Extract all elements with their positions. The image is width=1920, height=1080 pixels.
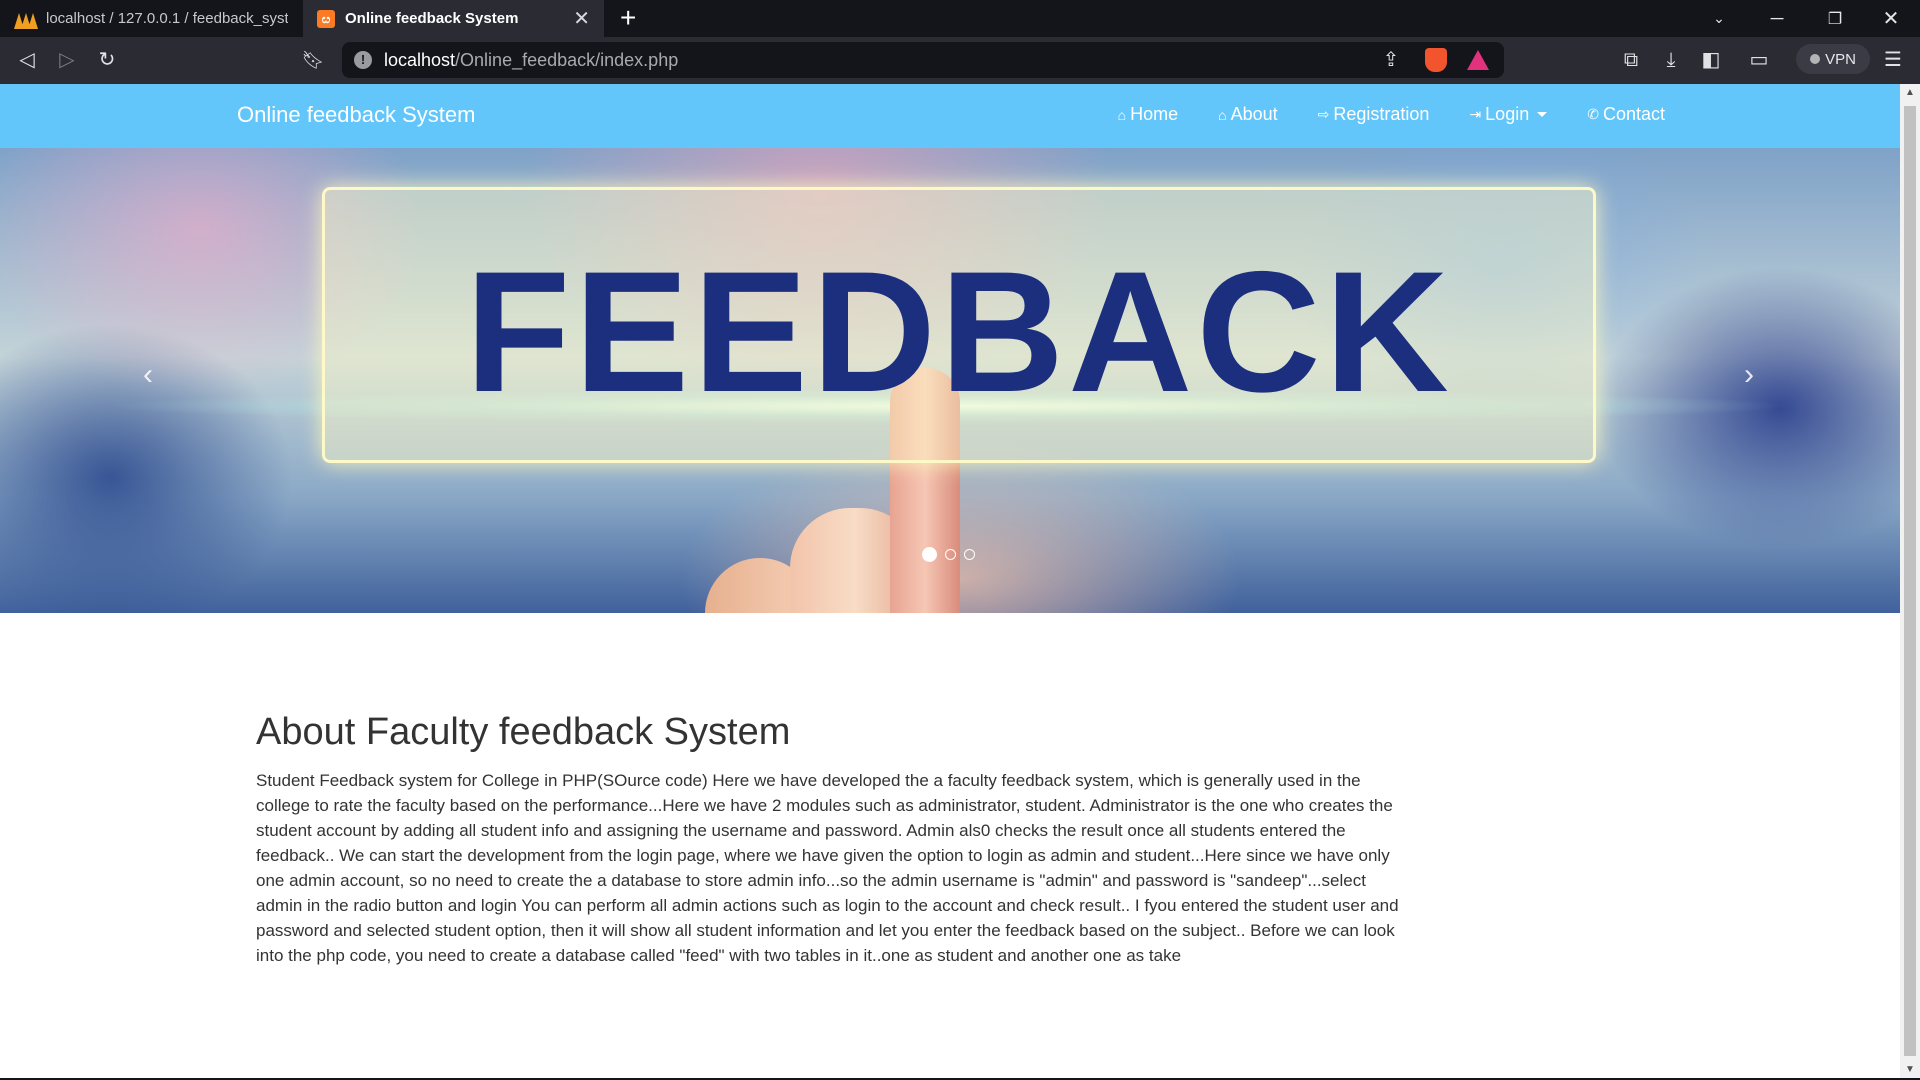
- address-bar[interactable]: ! localhost/Online_feedback/index.php ⇪: [342, 42, 1504, 78]
- page-viewport: Online feedback System ⌂ Home ⌂ About ⇨ Reg…: [0, 84, 1900, 1079]
- extensions-icon[interactable]: ⧉: [1618, 47, 1644, 73]
- nav-menu: ⌂ Home ⌂ About ⇨ Registration ⇥ Login ✆ Conta…: [1078, 104, 1665, 125]
- menu-icon[interactable]: ☰: [1880, 47, 1906, 73]
- browser-tab-active[interactable]: ೞ Online feedback System ✕: [303, 0, 604, 37]
- nav-home[interactable]: ⌂ Home: [1118, 104, 1178, 125]
- nav-label: Home: [1130, 104, 1179, 124]
- vpn-button[interactable]: VPN: [1796, 44, 1870, 74]
- wallet-icon[interactable]: ▭: [1746, 47, 1772, 73]
- scroll-up-arrow[interactable]: ▲: [1900, 84, 1920, 102]
- slide-text: FEEDBACK: [465, 236, 1453, 428]
- about-body: Student Feedback system for College in P…: [256, 771, 1399, 965]
- browser-tab-bar: localhost / 127.0.0.1 / feedback_system …: [0, 0, 1920, 37]
- home-icon: ⌂: [1117, 106, 1127, 123]
- window-close-button[interactable]: ✕: [1862, 0, 1920, 37]
- carousel-prev-button[interactable]: ‹: [143, 358, 153, 392]
- carousel-indicator[interactable]: [964, 549, 975, 560]
- about-section: About Faculty feedback System Student Fe…: [256, 710, 1406, 968]
- about-heading: About Faculty feedback System: [256, 711, 791, 753]
- restore-button[interactable]: ❐: [1806, 0, 1864, 37]
- chevron-down-icon[interactable]: ⌄: [1690, 0, 1748, 37]
- nav-login[interactable]: ⇥ Login: [1469, 104, 1548, 125]
- vpn-label: VPN: [1825, 50, 1856, 68]
- nav-contact[interactable]: ✆ Contact: [1587, 104, 1665, 125]
- url-path: /Online_feedback/index.php: [455, 50, 679, 70]
- site-navbar: Online feedback System ⌂ Home ⌂ About ⇨ Reg…: [0, 84, 1900, 148]
- browser-tab-phpmyadmin[interactable]: localhost / 127.0.0.1 / feedback_system: [0, 0, 302, 37]
- brave-rewards-icon[interactable]: [1467, 50, 1489, 70]
- feedback-slide-panel: FEEDBACK: [322, 187, 1596, 463]
- nav-label: Registration: [1333, 104, 1430, 124]
- sign-out-icon: ⇨: [1317, 106, 1330, 122]
- carousel-indicators: [922, 547, 983, 562]
- nav-registration[interactable]: ⇨ Registration: [1318, 104, 1430, 125]
- forward-icon[interactable]: ▷: [54, 47, 80, 73]
- hand-image: [700, 368, 980, 613]
- vpn-status-icon: [1810, 54, 1821, 64]
- scroll-down-arrow[interactable]: ▼: [1900, 1061, 1920, 1079]
- nav-label: Login: [1485, 104, 1530, 124]
- nav-about[interactable]: ⌂ About: [1218, 104, 1278, 125]
- info-icon[interactable]: !: [354, 51, 372, 69]
- sign-in-icon: ⇥: [1469, 106, 1482, 122]
- share-icon[interactable]: ⇪: [1378, 47, 1404, 73]
- phpmyadmin-icon: [14, 9, 38, 29]
- nav-label: Contact: [1602, 104, 1665, 124]
- close-icon[interactable]: ✕: [573, 6, 590, 31]
- home-icon: ⌂: [1218, 106, 1227, 123]
- nav-label: About: [1230, 104, 1278, 124]
- tab-title: localhost / 127.0.0.1 / feedback_system: [46, 10, 288, 27]
- caret-down-icon: [1537, 112, 1548, 117]
- url-host: localhost: [384, 50, 456, 70]
- url-text[interactable]: localhost/Online_feedback/index.php: [384, 50, 678, 71]
- bookmark-icon[interactable]: 🔖︎: [300, 47, 326, 73]
- site-brand[interactable]: Online feedback System: [237, 102, 475, 128]
- carousel-indicator[interactable]: [922, 547, 937, 562]
- carousel-next-button[interactable]: ›: [1744, 358, 1754, 392]
- page-scrollbar[interactable]: ▲ ▼: [1900, 84, 1920, 1079]
- scroll-thumb[interactable]: [1904, 106, 1916, 1056]
- new-tab-button[interactable]: +: [620, 3, 636, 33]
- xampp-icon: ೞ: [317, 9, 335, 28]
- carousel-indicator[interactable]: [945, 549, 956, 560]
- tab-title: Online feedback System: [345, 10, 519, 27]
- hero-carousel: FEEDBACK ‹ ›: [0, 148, 1900, 613]
- brave-shields-icon[interactable]: [1425, 48, 1447, 72]
- download-icon[interactable]: ⤓: [1658, 47, 1684, 73]
- back-icon[interactable]: ◁: [14, 47, 40, 73]
- phone-icon: ✆: [1587, 106, 1599, 122]
- minimize-button[interactable]: ─: [1748, 0, 1806, 37]
- reload-icon[interactable]: ↻: [94, 47, 120, 73]
- sidebar-icon[interactable]: ◧: [1698, 47, 1724, 73]
